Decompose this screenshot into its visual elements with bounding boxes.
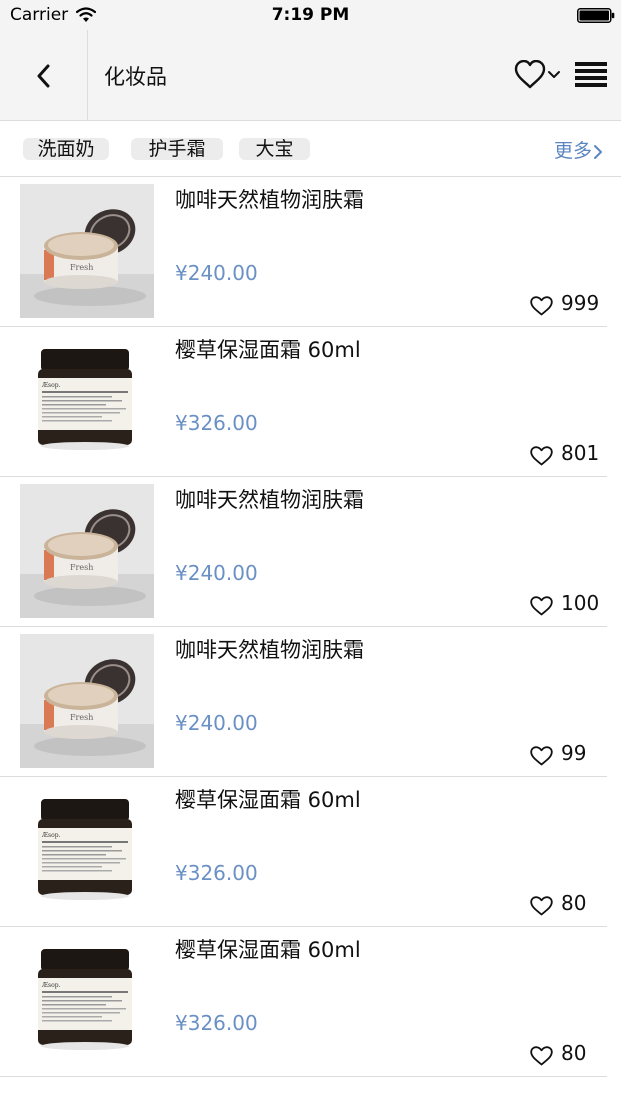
like-count: 100	[561, 591, 600, 615]
aesop-jar-image: Æsop.	[20, 934, 154, 1068]
aesop-jar-image: Æsop.	[20, 334, 154, 468]
like-button[interactable]: 80	[530, 891, 620, 916]
product-price: ¥326.00	[175, 411, 258, 435]
status-time: 7:19 PM	[271, 5, 350, 25]
heart-outline-icon	[530, 1046, 553, 1066]
heart-outline-icon	[530, 446, 553, 466]
nav-bar: 化妆品	[0, 30, 621, 121]
tag-chip[interactable]: 大宝	[239, 138, 310, 160]
like-count: 99	[561, 741, 587, 765]
row-divider	[0, 1076, 607, 1077]
heart-outline-icon	[530, 596, 553, 616]
status-bar: Carrier 7:19 PM	[0, 0, 621, 30]
cream-jar-open-image: Fresh	[20, 184, 154, 318]
svg-text:Fresh: Fresh	[70, 563, 93, 572]
chevron-left-icon	[37, 64, 50, 88]
product-row[interactable]: Fresh 咖啡天然植物润肤霜 ¥240.00 99	[0, 627, 621, 777]
more-tags-link[interactable]: 更多	[554, 136, 603, 163]
heart-outline-icon	[530, 896, 553, 916]
tag-chip[interactable]: 洗面奶	[23, 138, 109, 160]
tag-chip[interactable]: 护手霜	[131, 138, 223, 160]
product-name: 樱草保湿面霜 60ml	[175, 938, 361, 962]
like-button[interactable]: 801	[530, 441, 620, 466]
product-price: ¥326.00	[175, 861, 258, 885]
heart-outline-icon	[530, 746, 553, 766]
page-title: 化妆品	[104, 65, 167, 89]
like-button[interactable]: 999	[530, 291, 620, 316]
product-price: ¥240.00	[175, 561, 258, 585]
product-name: 樱草保湿面霜 60ml	[175, 338, 361, 362]
like-button[interactable]: 80	[530, 1041, 620, 1066]
product-name: 樱草保湿面霜 60ml	[175, 788, 361, 812]
product-image: Fresh	[20, 484, 154, 618]
like-count: 999	[561, 291, 600, 315]
like-button[interactable]: 99	[530, 741, 620, 766]
product-list: Fresh 咖啡天然植物润肤霜 ¥240.00 999 Æsop. 樱草保湿面霜…	[0, 177, 621, 1077]
svg-text:Fresh: Fresh	[70, 713, 93, 722]
product-name: 咖啡天然植物润肤霜	[175, 488, 364, 512]
like-count: 801	[561, 441, 600, 465]
tag-filter-bar: 洗面奶 护手霜 大宝 更多	[0, 121, 621, 177]
svg-text:Æsop.: Æsop.	[41, 982, 61, 989]
back-button[interactable]	[0, 30, 88, 121]
aesop-jar-image: Æsop.	[20, 784, 154, 918]
product-image: Æsop.	[20, 934, 154, 1068]
product-row[interactable]: Æsop. 樱草保湿面霜 60ml ¥326.00 801	[0, 327, 621, 477]
cream-jar-open-image: Fresh	[20, 484, 154, 618]
battery-icon	[577, 8, 615, 23]
svg-text:Æsop.: Æsop.	[41, 832, 61, 839]
heart-outline-icon	[514, 59, 560, 89]
heart-outline-icon	[530, 296, 553, 316]
product-image: Fresh	[20, 184, 154, 318]
product-price: ¥240.00	[175, 711, 258, 735]
more-tags-label: 更多	[554, 140, 593, 162]
svg-text:Fresh: Fresh	[70, 263, 93, 272]
product-row[interactable]: Æsop. 樱草保湿面霜 60ml ¥326.00 80	[0, 777, 621, 927]
like-count: 80	[561, 891, 587, 915]
like-button[interactable]: 100	[530, 591, 620, 616]
chevron-right-icon	[594, 144, 603, 159]
product-image: Æsop.	[20, 334, 154, 468]
product-price: ¥240.00	[175, 261, 258, 285]
product-row[interactable]: Æsop. 樱草保湿面霜 60ml ¥326.00 80	[0, 927, 621, 1077]
svg-text:Æsop.: Æsop.	[41, 382, 61, 389]
product-row[interactable]: Fresh 咖啡天然植物润肤霜 ¥240.00 100	[0, 477, 621, 627]
product-name: 咖啡天然植物润肤霜	[175, 188, 364, 212]
favorite-filter-button[interactable]	[514, 59, 562, 90]
like-count: 80	[561, 1041, 587, 1065]
product-row[interactable]: Fresh 咖啡天然植物润肤霜 ¥240.00 999	[0, 177, 621, 327]
product-image: Æsop.	[20, 784, 154, 918]
product-name: 咖啡天然植物润肤霜	[175, 638, 364, 662]
list-menu-icon[interactable]	[575, 60, 607, 88]
product-price: ¥326.00	[175, 1011, 258, 1035]
product-image: Fresh	[20, 634, 154, 768]
cream-jar-open-image: Fresh	[20, 634, 154, 768]
